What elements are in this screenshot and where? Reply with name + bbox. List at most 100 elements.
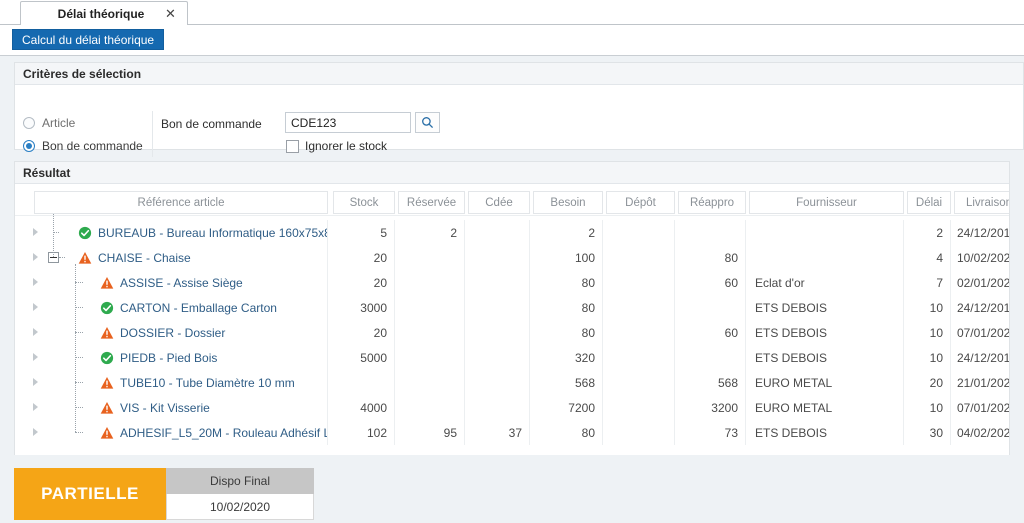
column-header-ref[interactable]: Référence article <box>34 191 328 214</box>
dispo-final-header: Dispo Final <box>166 468 314 494</box>
column-header-reappro[interactable]: Réappro <box>678 191 746 214</box>
ignorer-le-stock-checkbox[interactable] <box>286 139 299 153</box>
cell-fournisseur: Eclat d'or <box>749 270 904 295</box>
reference-article-label: PIEDB - Pied Bois <box>120 350 218 365</box>
cell-delai: 7 <box>907 270 951 295</box>
result-grid-header-divider <box>15 215 1009 216</box>
cell-stock: 20 <box>333 245 395 270</box>
cell-livraison: 02/01/2020 <box>956 275 1009 290</box>
cell-depot <box>606 245 675 270</box>
column-header-fournisseur[interactable]: Fournisseur <box>749 191 904 214</box>
reference-article-label: DOSSIER - Dossier <box>120 325 226 340</box>
tab-label: Délai théorique <box>57 6 145 21</box>
status-warning-icon <box>100 326 114 339</box>
column-header-depot[interactable]: Dépôt <box>606 191 675 214</box>
cell-cdee <box>468 370 530 395</box>
tree-line-horizontal <box>75 307 83 308</box>
cell-fournisseur: ETS DEBOIS <box>749 345 904 370</box>
radio-bon-de-commande-icon[interactable] <box>23 139 35 152</box>
table-row[interactable]: TUBE10 - Tube Diamètre 10 mm 568 568 EURO M… <box>15 370 1009 395</box>
radio-option-bon-de-commande[interactable]: Bon de commande <box>19 134 152 157</box>
search-button[interactable] <box>415 112 440 133</box>
criteria-radio-group: Article Bon de commande <box>19 111 153 157</box>
cell-reservee <box>398 270 465 295</box>
close-icon[interactable]: ✕ <box>163 6 178 21</box>
column-header-delai[interactable]: Délai <box>907 191 951 214</box>
cell-reservee: 2 <box>398 220 465 245</box>
column-header-livraison[interactable]: Livraison <box>954 191 1009 214</box>
cell-reappro <box>678 345 746 370</box>
criteria-panel: Critères de sélection Article Bon de com… <box>14 62 1024 157</box>
cell-besoin: 80 <box>533 295 603 320</box>
cell-stock <box>333 370 395 395</box>
tab-delai-theorique[interactable]: Délai théorique ✕ <box>20 1 188 25</box>
cell-cdee <box>468 395 530 420</box>
cell-reappro: 60 <box>678 320 746 345</box>
column-header-label: Cdée <box>485 196 513 209</box>
cell-reservee: 95 <box>398 420 465 445</box>
tree-line-vertical <box>53 214 54 257</box>
cell-besoin: 100 <box>533 245 603 270</box>
bon-de-commande-input[interactable] <box>285 112 411 133</box>
status-warning-icon <box>100 426 114 439</box>
cell-reservee <box>398 320 465 345</box>
table-row[interactable]: BUREAUB - Bureau Informatique 160x75x85 … <box>15 220 1009 245</box>
cell-cdee <box>468 345 530 370</box>
radio-option-article[interactable]: Article <box>19 111 152 134</box>
cell-reservee <box>398 245 465 270</box>
cell-reservee <box>398 345 465 370</box>
tree-line-horizontal <box>75 407 83 408</box>
cell-reappro <box>678 220 746 245</box>
status-warning-icon <box>100 401 114 414</box>
cell-stock: 102 <box>333 420 395 445</box>
table-row[interactable]: VIS - Kit Visserie 4000 7200 3200 EURO METAL… <box>15 395 1009 420</box>
table-row[interactable]: DOSSIER - Dossier 20 80 60 ETS DEBOIS 10 07/01… <box>15 320 1009 345</box>
calcul-delai-theorique-button[interactable]: Calcul du délai théorique <box>12 29 165 50</box>
cell-reappro: 3200 <box>678 395 746 420</box>
status-ok-icon <box>100 301 114 314</box>
cell-stock: 20 <box>333 320 395 345</box>
cell-livraison: 04/02/2020 <box>956 425 1009 440</box>
tree-line-horizontal <box>53 232 59 233</box>
reference-article-label: VIS - Kit Visserie <box>120 400 210 415</box>
radio-article-label: Article <box>42 115 76 130</box>
column-header-label: Stock <box>349 196 379 209</box>
application-window: Délai théorique ✕ Calcul du délai théori… <box>0 0 1024 523</box>
column-header-besoin[interactable]: Besoin <box>533 191 603 214</box>
column-header-reservee[interactable]: Réservée <box>398 191 465 214</box>
table-row[interactable]: CARTON - Emballage Carton 3000 80 ETS DEBOI… <box>15 295 1009 320</box>
cell-cdee <box>468 320 530 345</box>
cell-fournisseur: ETS DEBOIS <box>749 420 904 445</box>
cell-livraison: 07/01/2020 <box>956 400 1009 415</box>
cell-depot <box>606 320 675 345</box>
radio-article-icon[interactable] <box>23 116 35 129</box>
cell-delai: 30 <box>907 420 951 445</box>
cell-delai: 2 <box>907 220 951 245</box>
table-row[interactable]: PIEDB - Pied Bois 5000 320 ETS DEBOIS 10 24/1… <box>15 345 1009 370</box>
cell-fournisseur: EURO METAL <box>749 395 904 420</box>
cell-cdee <box>468 245 530 270</box>
cell-livraison: 07/01/2020 <box>956 325 1009 340</box>
cell-delai: 4 <box>907 245 951 270</box>
cell-livraison: 24/12/2019 <box>956 350 1009 365</box>
column-header-stock[interactable]: Stock <box>333 191 395 214</box>
status-warning-icon <box>100 376 114 389</box>
cell-cdee: 37 <box>468 420 530 445</box>
ignorer-le-stock-row[interactable]: Ignorer le stock <box>286 139 387 153</box>
cell-fournisseur <box>749 220 904 245</box>
column-header-cdee[interactable]: Cdée <box>468 191 530 214</box>
criteria-body: Article Bon de commande Bon de commande … <box>15 85 1023 157</box>
table-row[interactable]: CHAISE - Chaise 20 100 80 4 10/02/2020 <box>15 245 1009 270</box>
cell-stock: 4000 <box>333 395 395 420</box>
table-row[interactable]: ASSISE - Assise Siège 20 80 60 Eclat d'or 7 02… <box>15 270 1009 295</box>
cell-reappro: 73 <box>678 420 746 445</box>
result-grid: Référence article Stock Réservée Cdée Besoin… <box>15 184 1009 455</box>
cell-reappro: 60 <box>678 270 746 295</box>
table-row[interactable]: ADHESIF_L5_20M - Rouleau Adhésif Largeu 1… <box>15 420 1009 445</box>
cell-stock: 3000 <box>333 295 395 320</box>
cell-besoin: 80 <box>533 420 603 445</box>
cell-besoin: 80 <box>533 320 603 345</box>
reference-article-label: ASSISE - Assise Siège <box>120 275 243 290</box>
cell-fournisseur: ETS DEBOIS <box>749 320 904 345</box>
cell-cdee <box>468 295 530 320</box>
